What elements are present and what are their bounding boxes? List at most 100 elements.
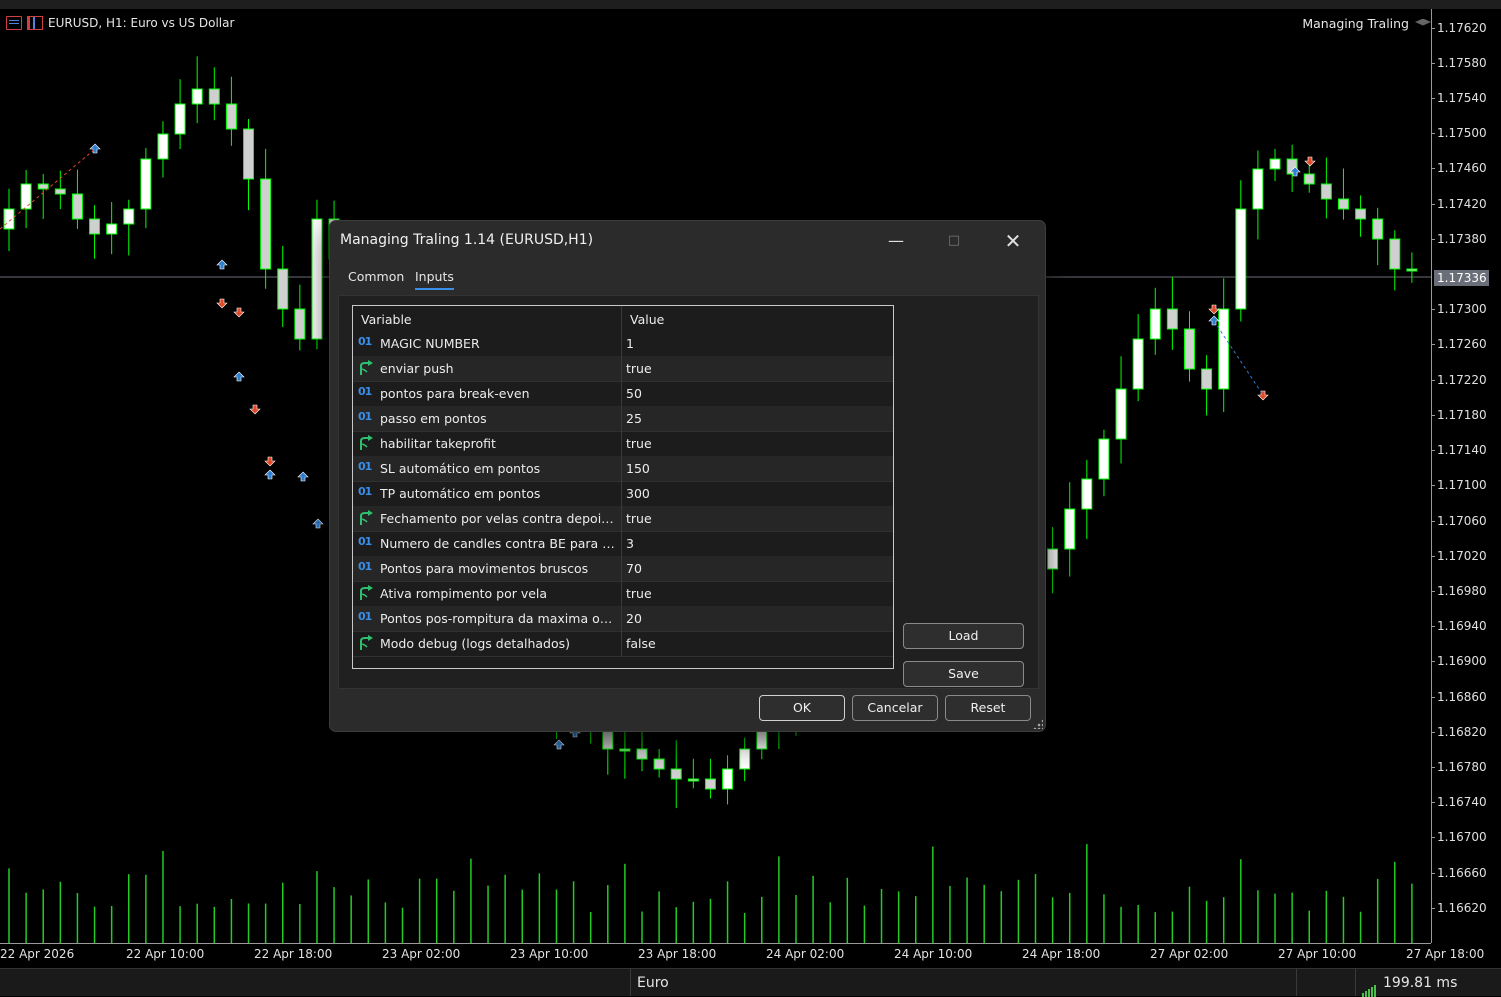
input-row[interactable]: 01 Numero de candles contra BE para close… xyxy=(353,531,893,557)
candle-body xyxy=(1269,158,1281,170)
candle-body xyxy=(687,778,699,782)
candle-body xyxy=(123,208,135,225)
input-row[interactable]: Fechamento por velas contra depois BE tru… xyxy=(353,506,893,532)
time-label: 23 Apr 18:00 xyxy=(638,947,717,961)
status-currency: Euro xyxy=(630,969,1257,996)
variable-value[interactable]: 300 xyxy=(626,486,650,501)
time-label: 27 Apr 02:00 xyxy=(1150,947,1229,961)
price-tick xyxy=(1431,63,1435,64)
price-tick xyxy=(1431,802,1435,803)
candle-body xyxy=(1235,208,1247,310)
sell-arrow-icon xyxy=(249,404,261,415)
price-label: 1.16980 xyxy=(1437,584,1487,598)
buy-arrow-icon xyxy=(1208,315,1220,326)
maximize-icon[interactable]: □ xyxy=(931,227,977,255)
minimize-icon[interactable]: — xyxy=(873,227,919,255)
input-row[interactable]: 01 MAGIC NUMBER 1 xyxy=(353,331,893,357)
expert-advisor-label[interactable]: Managing Traling xyxy=(1302,16,1431,31)
integer-type-icon: 01 xyxy=(358,485,372,498)
price-label: 1.17420 xyxy=(1437,197,1487,211)
cell-separator xyxy=(621,506,622,531)
candle-body xyxy=(20,183,32,210)
variable-value[interactable]: 20 xyxy=(626,611,642,626)
price-label: 1.17260 xyxy=(1437,337,1487,351)
price-label: 1.16740 xyxy=(1437,795,1487,809)
input-row[interactable]: 01 pontos para break-even 50 xyxy=(353,381,893,407)
cell-separator xyxy=(621,456,622,481)
sell-arrow-icon xyxy=(216,298,228,309)
tab-common[interactable]: Common xyxy=(348,269,404,284)
candle-body xyxy=(225,103,237,130)
input-row[interactable]: Ativa rompimento por vela true xyxy=(353,581,893,607)
price-tick xyxy=(1431,521,1435,522)
candle-body xyxy=(636,748,648,760)
sell-arrow-icon xyxy=(1304,156,1316,167)
column-separator xyxy=(621,306,622,331)
inputs-grid[interactable]: Variable Value 01 MAGIC NUMBER 1 enviar pus… xyxy=(352,305,894,669)
column-value[interactable]: Value xyxy=(630,312,664,327)
close-icon[interactable]: ✕ xyxy=(990,227,1036,255)
variable-value[interactable]: 150 xyxy=(626,461,650,476)
variable-name: Numero de candles contra BE para close xyxy=(380,536,620,551)
candle-body xyxy=(1081,478,1093,510)
grid-header: Variable Value xyxy=(353,306,893,331)
candle-body xyxy=(140,158,152,210)
ea-name: Managing Traling xyxy=(1302,16,1409,31)
variable-value[interactable]: true xyxy=(626,511,652,526)
cell-separator xyxy=(621,606,622,631)
variable-value[interactable]: 70 xyxy=(626,561,642,576)
cell-separator xyxy=(621,581,622,606)
bool-arrow-icon xyxy=(358,435,376,451)
price-tick xyxy=(1431,168,1435,169)
price-tick xyxy=(1431,626,1435,627)
variable-value[interactable]: 3 xyxy=(626,536,634,551)
load-button[interactable]: Load xyxy=(903,623,1024,649)
cancel-button[interactable]: Cancelar xyxy=(852,695,938,721)
price-tick xyxy=(1431,450,1435,451)
candle-body xyxy=(106,223,118,235)
tab-inputs[interactable]: Inputs xyxy=(415,269,454,290)
price-label: 1.16700 xyxy=(1437,830,1487,844)
candle-body xyxy=(243,128,255,180)
candle-body xyxy=(89,218,101,235)
column-variable[interactable]: Variable xyxy=(361,312,412,327)
time-label: 22 Apr 2026 xyxy=(0,947,75,961)
variable-value[interactable]: true xyxy=(626,361,652,376)
integer-type-icon: 01 xyxy=(358,560,372,573)
price-label: 1.17500 xyxy=(1437,126,1487,140)
variable-value[interactable]: true xyxy=(626,436,652,451)
variable-name: enviar push xyxy=(380,361,454,376)
candle-body xyxy=(619,748,631,752)
variable-value[interactable]: 25 xyxy=(626,411,642,426)
variable-value[interactable]: 1 xyxy=(626,336,634,351)
inputs-panel: Variable Value 01 MAGIC NUMBER 1 enviar pus… xyxy=(338,295,1039,689)
save-button[interactable]: Save xyxy=(903,661,1024,687)
bool-arrow-icon xyxy=(358,585,376,601)
variable-value[interactable]: false xyxy=(626,636,656,651)
price-label: 1.17180 xyxy=(1437,408,1487,422)
variable-value[interactable]: 50 xyxy=(626,386,642,401)
input-row[interactable]: 01 TP automático em pontos 300 xyxy=(353,481,893,507)
ea-properties-dialog: Managing Traling 1.14 (EURUSD,H1) — □ ✕ … xyxy=(329,220,1046,732)
input-row[interactable]: 01 Pontos pos-rompitura da maxima ou m...… xyxy=(353,606,893,632)
price-label: 1.17060 xyxy=(1437,514,1487,528)
candle-body xyxy=(1183,328,1195,370)
input-row[interactable]: 01 Pontos para movimentos bruscos 70 xyxy=(353,556,893,582)
candle-body xyxy=(1166,308,1178,330)
time-label: 23 Apr 02:00 xyxy=(382,947,461,961)
candle-body xyxy=(1132,338,1144,390)
reset-button[interactable]: Reset xyxy=(945,695,1031,721)
variable-value[interactable]: true xyxy=(626,586,652,601)
input-row[interactable]: enviar push true xyxy=(353,356,893,382)
input-row[interactable]: Modo debug (logs detalhados) false xyxy=(353,631,893,657)
status-ping[interactable]: 199.81 ms xyxy=(1355,969,1501,997)
variable-name: MAGIC NUMBER xyxy=(380,336,480,351)
time-label: 27 Apr 18:00 xyxy=(1406,947,1485,961)
input-row[interactable]: 01 passo em pontos 25 xyxy=(353,406,893,432)
price-label: 1.17300 xyxy=(1437,302,1487,316)
input-row[interactable]: habilitar takeprofit true xyxy=(353,431,893,457)
ok-button[interactable]: OK xyxy=(759,695,845,721)
input-row[interactable]: 01 SL automático em pontos 150 xyxy=(353,456,893,482)
resize-grip-icon[interactable] xyxy=(1033,719,1043,729)
current-price-label: 1.17336 xyxy=(1434,270,1489,286)
